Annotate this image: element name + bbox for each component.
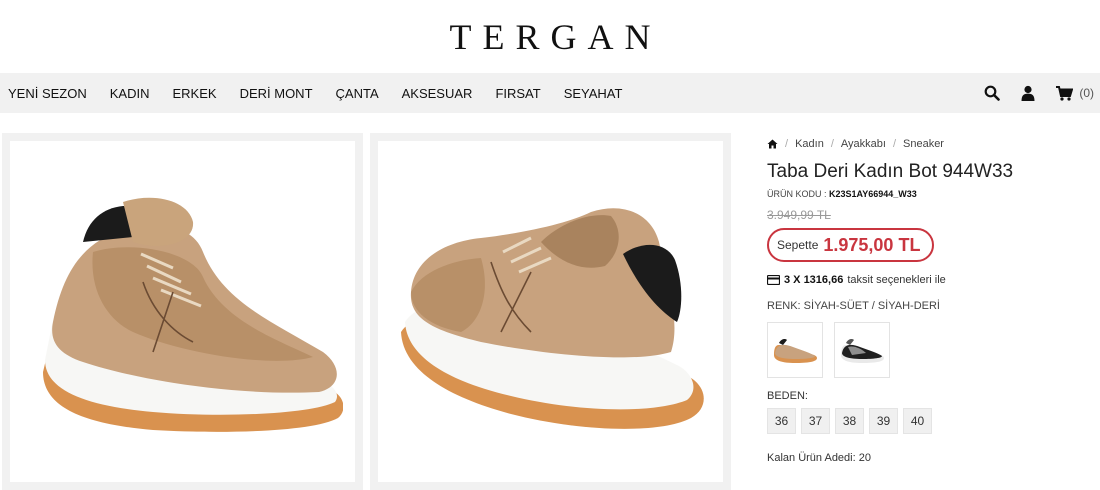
brand-logo[interactable]: TERGAN xyxy=(439,16,662,58)
basket-price-label: Sepette xyxy=(777,238,819,252)
size-option-38[interactable]: 38 xyxy=(835,408,864,434)
size-label: BEDEN: xyxy=(767,390,808,402)
nav-item-canta[interactable]: ÇANTA xyxy=(336,86,379,101)
swatch-black-image xyxy=(841,339,884,363)
breadcrumb-kadin[interactable]: Kadın xyxy=(795,138,824,150)
installment-amount: 3 X 1316,66 xyxy=(784,274,844,286)
stock-count: Kalan Ürün Adedi: 20 xyxy=(767,452,871,464)
sneaker-front-image xyxy=(42,197,343,432)
search-icon[interactable] xyxy=(983,84,1001,102)
basket-price-badge: Sepette 1.975,00 TL xyxy=(767,228,935,262)
product-image-back-frame xyxy=(378,141,723,482)
nav-item-yeni-sezon[interactable]: YENİ SEZON xyxy=(8,86,87,101)
home-icon[interactable] xyxy=(767,139,778,149)
color-swatch-black[interactable] xyxy=(834,322,890,378)
old-price: 3.949,99 TL xyxy=(767,208,831,222)
product-code: ÜRÜN KODU : K23S1AY66944_W33 xyxy=(767,189,1087,199)
header: TERGAN xyxy=(0,0,1100,73)
nav-actions: (0) xyxy=(965,73,1094,113)
size-option-40[interactable]: 40 xyxy=(903,408,932,434)
size-option-37[interactable]: 37 xyxy=(801,408,830,434)
sneaker-back-image xyxy=(400,207,704,429)
main-nav: YENİ SEZON KADIN ERKEK DERİ MONT ÇANTA A… xyxy=(0,73,1100,113)
basket-price-value: 1.975,00 TL xyxy=(823,234,921,255)
product-image-front[interactable] xyxy=(2,133,363,490)
product-code-value: K23S1AY66944_W33 xyxy=(829,189,917,199)
breadcrumb-separator: / xyxy=(785,138,789,150)
color-swatches xyxy=(767,322,1087,378)
cart-icon[interactable] xyxy=(1055,84,1073,102)
size-option-39[interactable]: 39 xyxy=(869,408,898,434)
product-image-back[interactable] xyxy=(370,133,731,490)
color-label: RENK: SİYAH-SÜET / SİYAH-DERİ xyxy=(767,300,940,312)
swatch-taba-image xyxy=(774,339,817,363)
installment-info[interactable]: 3 X 1316,66 taksit seçenekleri ile xyxy=(767,274,1087,286)
breadcrumb: / Kadın / Ayakkabı / Sneaker xyxy=(767,135,1087,153)
breadcrumb-separator: / xyxy=(892,138,896,150)
credit-card-icon xyxy=(767,275,780,285)
nav-item-kadin[interactable]: KADIN xyxy=(110,86,150,101)
size-option-36[interactable]: 36 xyxy=(767,408,796,434)
breadcrumb-separator: / xyxy=(830,138,834,150)
nav-item-firsat[interactable]: FIRSAT xyxy=(495,86,540,101)
product-title: Taba Deri Kadın Bot 944W33 xyxy=(767,161,1014,182)
size-selector: 36 37 38 39 40 xyxy=(767,408,1087,434)
cart-count[interactable]: (0) xyxy=(1079,86,1094,100)
product-code-label: ÜRÜN KODU : xyxy=(767,189,827,199)
installment-text: taksit seçenekleri ile xyxy=(847,274,946,286)
product-info: / Kadın / Ayakkabı / Sneaker Taba Deri K… xyxy=(767,135,1087,464)
nav-item-deri-mont[interactable]: DERİ MONT xyxy=(240,86,313,101)
product-page: / Kadın / Ayakkabı / Sneaker Taba Deri K… xyxy=(0,113,1100,490)
nav-item-seyahat[interactable]: SEYAHAT xyxy=(564,86,623,101)
product-image-front-frame xyxy=(10,141,355,482)
breadcrumb-ayakkabi[interactable]: Ayakkabı xyxy=(841,138,886,150)
nav-item-aksesuar[interactable]: AKSESUAR xyxy=(402,86,473,101)
user-icon[interactable] xyxy=(1019,84,1037,102)
breadcrumb-sneaker[interactable]: Sneaker xyxy=(903,138,944,150)
color-swatch-taba[interactable] xyxy=(767,322,823,378)
nav-item-erkek[interactable]: ERKEK xyxy=(172,86,216,101)
